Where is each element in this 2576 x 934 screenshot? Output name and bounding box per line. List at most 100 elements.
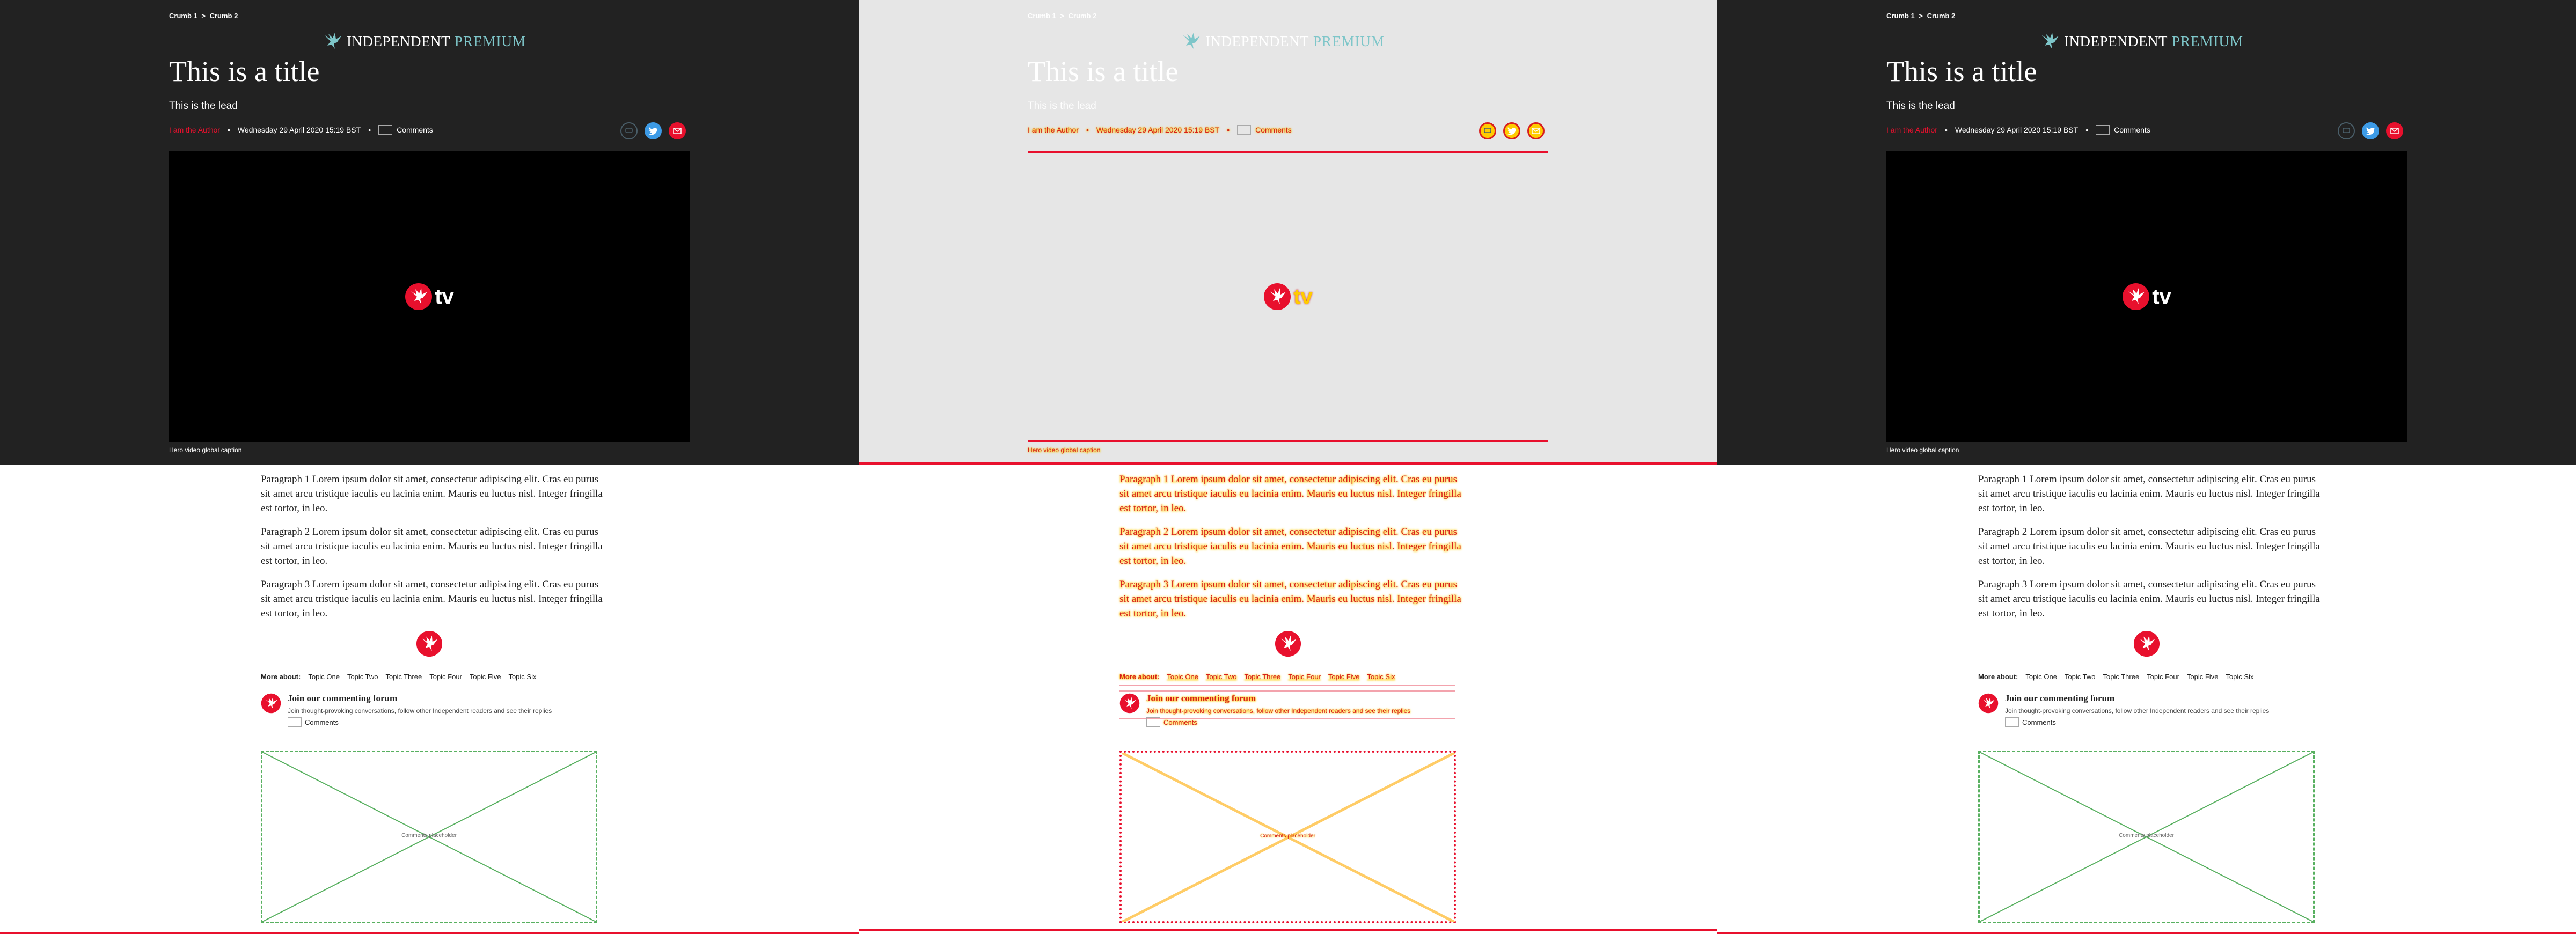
email-icon[interactable] — [2386, 122, 2403, 139]
brand-logo[interactable]: INDEPENDENT PREMIUM — [2039, 31, 2254, 52]
share-bar — [1479, 122, 1545, 139]
forum-comments[interactable]: Comments — [2005, 717, 2056, 727]
forum-comments-label: Comments — [305, 718, 339, 726]
article-panel-3: Crumb 1 > Crumb 2 INDEPENDENT PREMIUM Th… — [1717, 0, 2576, 934]
eagle-icon — [1183, 33, 1200, 49]
forum-subtitle: Join thought-provoking conversations, fo… — [2005, 707, 2270, 715]
topic-link[interactable]: Topic One — [2025, 673, 2057, 681]
topic-link[interactable]: Topic Three — [1245, 673, 1281, 681]
topic-link[interactable]: Topic Two — [1206, 673, 1237, 681]
article-lead: This is the lead — [169, 100, 238, 112]
topic-link[interactable]: Topic Four — [429, 673, 462, 681]
article-lead: This is the lead — [1886, 100, 1955, 112]
topic-link[interactable]: Topic Four — [1288, 673, 1321, 681]
body-paragraph: Paragraph 2 Lorem ipsum dolor sit amet, … — [1119, 526, 1461, 567]
comment-icon[interactable] — [1479, 122, 1496, 139]
brand-name: INDEPENDENT — [347, 33, 450, 49]
placeholder-label: Comments placeholder — [401, 833, 457, 839]
comment-icon — [378, 125, 393, 135]
forum-title[interactable]: Join our commenting forum — [288, 693, 397, 704]
topic-link[interactable]: Topic Four — [2147, 673, 2179, 681]
eagle-icon — [1264, 283, 1291, 310]
article-body: Paragraph 1 Lorem ipsum dolor sit amet, … — [261, 472, 604, 630]
hero-section: Crumb 1 > Crumb 2 INDEPENDENT PREMIUM Th… — [859, 0, 1717, 465]
eagle-icon — [1275, 630, 1301, 657]
topic-link[interactable]: Topic Five — [2187, 673, 2219, 681]
breadcrumb-crumb-2[interactable]: Crumb 2 — [1069, 12, 1097, 20]
author-link[interactable]: I am the Author — [1886, 126, 1937, 134]
brand-tier: PREMIUM — [2171, 33, 2244, 49]
comments-placeholder: Comments placeholder — [261, 751, 597, 923]
topic-link[interactable]: Topic Two — [2065, 673, 2096, 681]
eagle-icon — [405, 283, 433, 310]
comment-icon[interactable] — [2338, 122, 2355, 139]
tv-logo-text: tv — [435, 284, 454, 308]
eagle-icon — [2133, 630, 2160, 657]
forum-title[interactable]: Join our commenting forum — [1146, 693, 1256, 704]
share-bar — [620, 122, 686, 139]
brand-name: INDEPENDENT — [2064, 33, 2168, 49]
forum-comments[interactable]: Comments — [288, 717, 339, 727]
meta-separator-dot: • — [1227, 126, 1230, 134]
breadcrumb-crumb-1[interactable]: Crumb 1 — [169, 12, 197, 20]
eagle-icon — [1119, 693, 1140, 714]
author-link[interactable]: I am the Author — [169, 126, 220, 134]
hero-section: Crumb 1 > Crumb 2 INDEPENDENT PREMIUM Th… — [1717, 0, 2576, 465]
page-title: This is a title — [169, 55, 320, 87]
breadcrumb-crumb-1[interactable]: Crumb 1 — [1028, 12, 1056, 20]
comments-placeholder: Comments placeholder — [1978, 751, 2315, 923]
article-panel-2: Crumb 1 > Crumb 2 INDEPENDENT PREMIUM Th… — [859, 0, 1717, 934]
comments-link[interactable]: Comments — [397, 126, 433, 134]
body-paragraph: Paragraph 2 Lorem ipsum dolor sit amet, … — [261, 526, 603, 567]
eagle-icon — [324, 33, 341, 49]
twitter-icon[interactable] — [2362, 122, 2379, 139]
more-about-label: More about: — [261, 673, 301, 681]
eagle-icon — [2041, 33, 2059, 49]
comment-icon — [1237, 125, 1252, 135]
topic-link[interactable]: Topic Six — [1367, 673, 1395, 681]
topic-link[interactable]: Topic Six — [2226, 673, 2253, 681]
topic-link[interactable]: Topic One — [1167, 673, 1198, 681]
article-lead: This is the lead — [1028, 100, 1096, 112]
topic-link[interactable]: Topic Five — [1328, 673, 1360, 681]
divider — [1119, 685, 1455, 686]
hero-video[interactable]: tv — [169, 151, 690, 442]
forum-comments[interactable]: Comments — [1146, 717, 1197, 727]
independent-tv-logo: tv — [405, 283, 454, 311]
breadcrumb-separator: > — [1919, 12, 1923, 20]
hero-video[interactable]: tv — [1886, 151, 2407, 442]
twitter-icon[interactable] — [1503, 122, 1520, 139]
email-icon[interactable] — [1527, 122, 1545, 139]
video-caption: Hero video global caption — [1886, 446, 1959, 454]
topic-link[interactable]: Topic Five — [470, 673, 501, 681]
article-meta: I am the Author • Wednesday 29 April 202… — [1028, 125, 1292, 135]
comment-icon[interactable] — [620, 122, 638, 139]
topic-link[interactable]: Topic Six — [508, 673, 536, 681]
comments-link[interactable]: Comments — [2114, 126, 2150, 134]
comment-icon — [1146, 717, 1160, 727]
comments-link[interactable]: Comments — [1255, 126, 1292, 134]
body-paragraph: Paragraph 3 Lorem ipsum dolor sit amet, … — [1119, 579, 1461, 619]
breadcrumb-crumb-2[interactable]: Crumb 2 — [1927, 12, 1956, 20]
email-icon[interactable] — [669, 122, 686, 139]
breadcrumb-separator: > — [201, 12, 206, 20]
topic-link[interactable]: Topic Three — [386, 673, 422, 681]
article-body: Paragraph 1 Lorem ipsum dolor sit amet, … — [1978, 472, 2322, 630]
twitter-icon[interactable] — [645, 122, 662, 139]
hero-video[interactable]: tv — [1028, 151, 1548, 442]
body-paragraph: Paragraph 2 Lorem ipsum dolor sit amet, … — [1978, 526, 2320, 567]
tv-logo-text: tv — [2152, 284, 2171, 308]
brand-logo[interactable]: INDEPENDENT PREMIUM — [1181, 31, 1395, 52]
breadcrumb-crumb-2[interactable]: Crumb 2 — [210, 12, 238, 20]
more-about: More about: Topic One Topic Two Topic Th… — [1119, 673, 1395, 681]
forum-title[interactable]: Join our commenting forum — [2005, 693, 2114, 704]
breadcrumb: Crumb 1 > Crumb 2 — [169, 12, 238, 20]
publish-date: Wednesday 29 April 2020 15:19 BST — [1096, 126, 1220, 134]
author-link[interactable]: I am the Author — [1028, 126, 1079, 134]
brand-logo[interactable]: INDEPENDENT PREMIUM — [322, 31, 537, 52]
topic-link[interactable]: Topic Three — [2103, 673, 2140, 681]
topic-link[interactable]: Topic One — [308, 673, 340, 681]
topic-link[interactable]: Topic Two — [347, 673, 378, 681]
comment-icon — [2096, 125, 2110, 135]
breadcrumb-crumb-1[interactable]: Crumb 1 — [1886, 12, 1915, 20]
